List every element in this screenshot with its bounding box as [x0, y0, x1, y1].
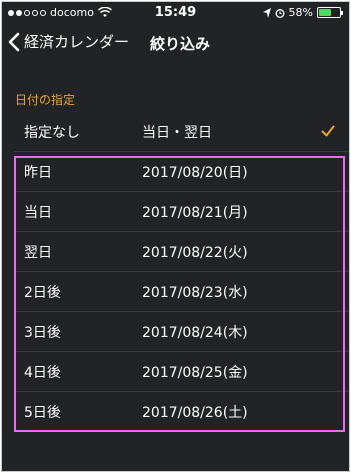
row-label: 5日後: [24, 405, 61, 421]
list-item[interactable]: 当日 2017/08/21(月): [2, 192, 349, 232]
bottom-area: [2, 432, 349, 471]
row-label: 当日: [24, 205, 52, 221]
row-value: 2017/08/23(水): [142, 285, 248, 301]
row-label: 2日後: [24, 285, 61, 301]
row-label: 昨日: [24, 165, 52, 181]
list-item[interactable]: 5日後 2017/08/26(土): [2, 392, 349, 432]
app-screen: docomo 15:49 58% 経済カレンダー 絞り込み 日付の指定 指定なし…: [1, 1, 350, 472]
back-button-label: 経済カレンダー: [24, 33, 130, 51]
battery-percent: 58%: [288, 6, 313, 19]
location-arrow-icon: [262, 7, 271, 18]
row-value: 2017/08/21(月): [142, 205, 248, 221]
page-title: 絞り込み: [150, 35, 211, 53]
row-value: 2017/08/20(日): [142, 165, 248, 181]
row-label: 指定なし: [24, 125, 80, 141]
alarm-icon: [275, 8, 284, 18]
list-item[interactable]: 3日後 2017/08/24(木): [2, 312, 349, 352]
chevron-left-icon: [8, 32, 20, 51]
section-header: 日付の指定: [15, 93, 76, 107]
navigation-bar: 経済カレンダー 絞り込み: [2, 24, 349, 66]
row-label: 4日後: [24, 365, 61, 381]
list-item[interactable]: 2日後 2017/08/23(水): [2, 272, 349, 312]
row-label: 3日後: [24, 325, 61, 341]
status-bar: docomo 15:49 58%: [2, 2, 349, 24]
battery-level: [319, 9, 331, 16]
row-value: 2017/08/22(火): [142, 245, 248, 261]
row-value: 2017/08/25(金): [142, 365, 248, 381]
row-value: 2017/08/26(土): [142, 405, 248, 421]
checkmark-icon: [321, 125, 335, 137]
row-value: 2017/08/24(木): [142, 325, 248, 341]
status-right: 58%: [262, 6, 343, 19]
list-item[interactable]: 4日後 2017/08/25(金): [2, 352, 349, 392]
back-button[interactable]: 経済カレンダー: [8, 31, 129, 52]
row-value: 当日・翌日: [142, 125, 212, 141]
list-item[interactable]: 昨日 2017/08/20(日): [2, 152, 349, 192]
battery-icon: [317, 7, 343, 18]
date-option-list: 指定なし 当日・翌日 昨日 2017/08/20(日) 当日 2017/08/2…: [2, 112, 349, 432]
row-label: 翌日: [24, 245, 52, 261]
list-item[interactable]: 指定なし 当日・翌日: [2, 112, 349, 152]
list-item[interactable]: 翌日 2017/08/22(火): [2, 232, 349, 272]
